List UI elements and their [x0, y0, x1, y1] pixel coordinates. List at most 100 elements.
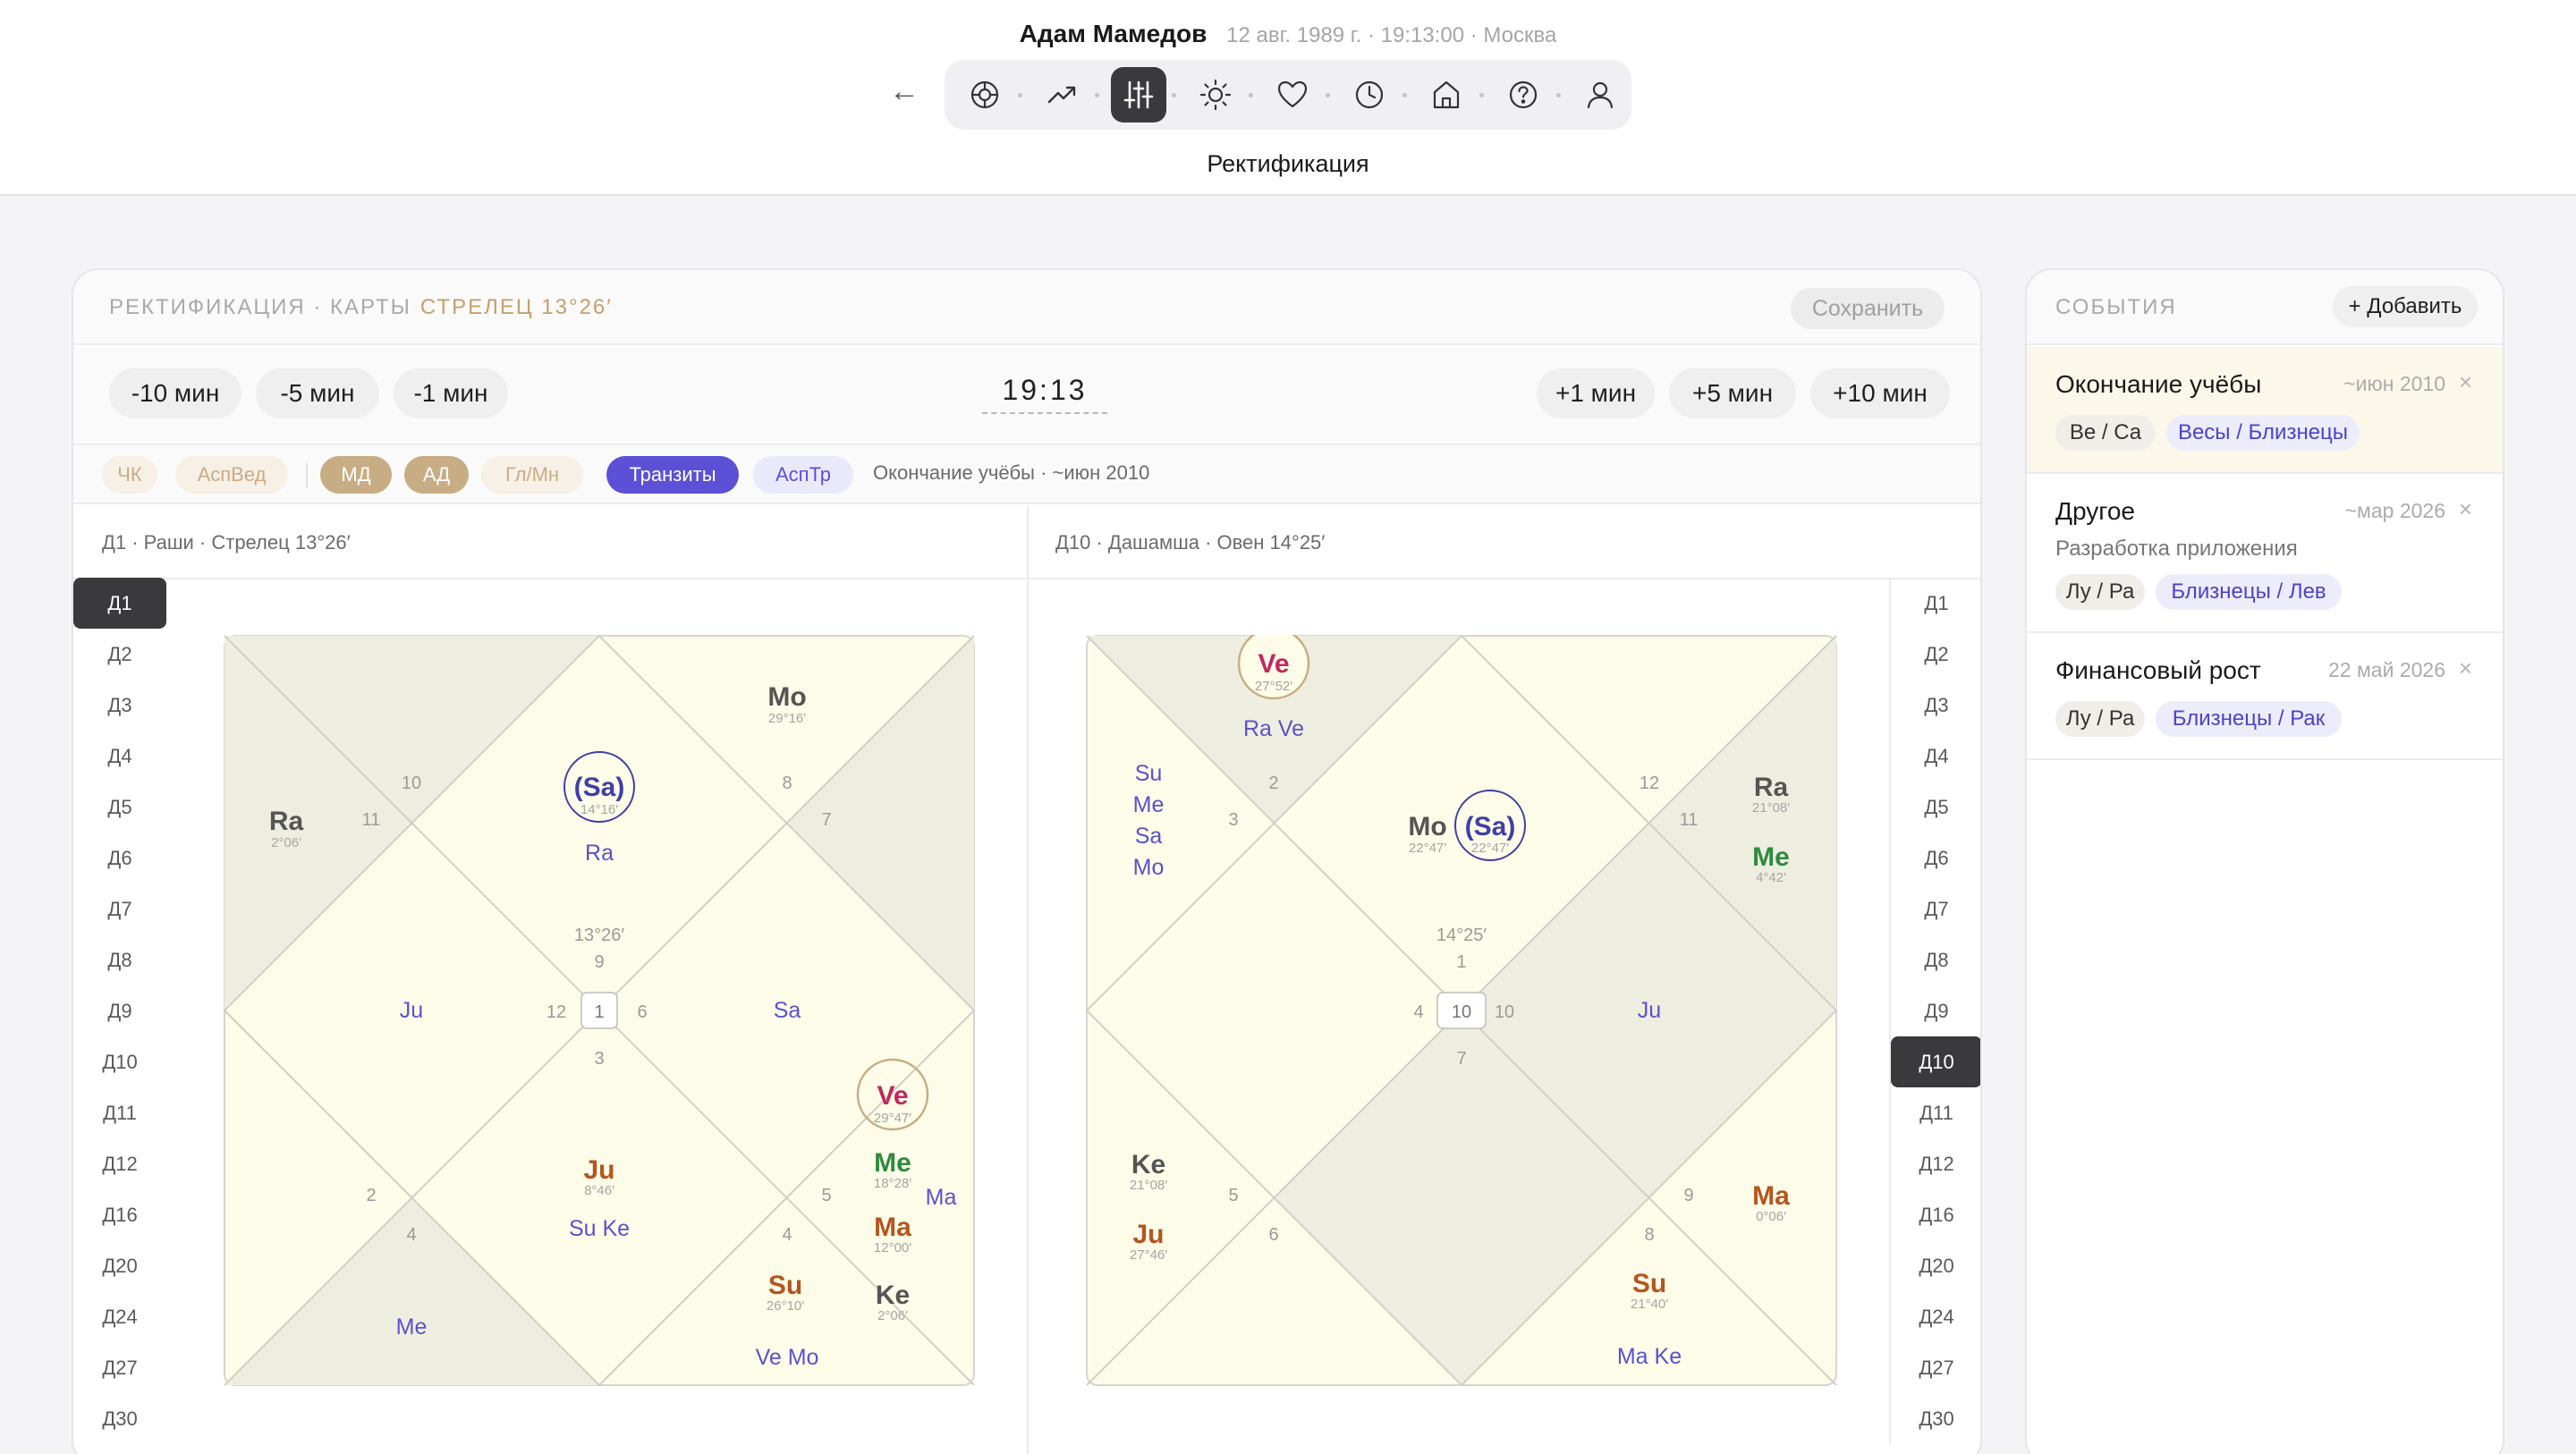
- varga-left-item[interactable]: Д27: [73, 1342, 166, 1393]
- plus-10-min-button[interactable]: +10 мин: [1810, 368, 1950, 418]
- nav-heart-button[interactable]: [1265, 67, 1320, 123]
- planet-me[interactable]: Me: [874, 1148, 911, 1178]
- close-icon[interactable]: ×: [2459, 495, 2472, 523]
- planet-ke[interactable]: Ke: [876, 1281, 910, 1310]
- event-sign-tag: Близнецы / Лев: [2156, 574, 2342, 610]
- planet-mo-degree: 22°47′: [1409, 841, 1446, 856]
- planet-ma[interactable]: Ma: [874, 1213, 911, 1242]
- chip-aspved[interactable]: АспВед: [175, 456, 288, 494]
- close-icon[interactable]: ×: [2459, 368, 2472, 396]
- varga-left-item[interactable]: Д12: [73, 1138, 166, 1189]
- nav-help-button[interactable]: [1496, 67, 1551, 123]
- transit-label: Mo: [1133, 855, 1165, 880]
- planet-ra[interactable]: Ra: [1754, 773, 1789, 802]
- varga-right-item[interactable]: Д2: [1891, 629, 1980, 680]
- nav-clock-button[interactable]: [1342, 67, 1397, 123]
- nav-rectification-button[interactable]: [1111, 67, 1166, 123]
- chip-ad[interactable]: АД: [404, 456, 469, 494]
- varga-left-item[interactable]: Д11: [73, 1087, 166, 1138]
- varga-right-item[interactable]: Д10: [1891, 1036, 1980, 1087]
- planet-ju[interactable]: Ju: [583, 1155, 614, 1185]
- varga-left-item[interactable]: Д10: [73, 1036, 166, 1087]
- nav-profile-button[interactable]: [1572, 67, 1628, 123]
- varga-left-item[interactable]: Д24: [73, 1291, 166, 1342]
- planet-sa-retro[interactable]: (Sa): [1465, 812, 1516, 841]
- house-number: 3: [594, 1049, 604, 1069]
- nav-wheel-button[interactable]: [957, 67, 1013, 123]
- varga-left-item[interactable]: Д9: [73, 985, 166, 1036]
- planet-mo[interactable]: Mo: [1408, 812, 1446, 841]
- events-panel: СОБЫТИЯ + Добавить Окончание учёбы ~июн …: [2025, 268, 2504, 1454]
- planet-ra[interactable]: Ra: [269, 807, 304, 836]
- north-indian-chart-d1: 1 13°26′ 9 10 8 11 7 12 6 3 2 4 5 4 Mo 2…: [224, 635, 975, 1386]
- sun-icon: [1199, 79, 1232, 111]
- varga-left-item[interactable]: Д4: [73, 731, 166, 782]
- varga-right-item[interactable]: Д1: [1891, 578, 1980, 629]
- chip-chk[interactable]: ЧК: [102, 456, 157, 494]
- varga-right-item[interactable]: Д4: [1891, 731, 1980, 782]
- plus-5-min-button[interactable]: +5 мин: [1669, 368, 1796, 418]
- chart-d10: 14°25′ 1 12 2 11 3 4 10 10 7 5 9 6 8 Ve …: [1086, 635, 1837, 1386]
- chip-asptr[interactable]: АспТр: [753, 456, 853, 494]
- varga-right-item[interactable]: Д20: [1891, 1240, 1980, 1291]
- events-title: СОБЫТИЯ: [2055, 295, 2177, 319]
- back-button[interactable]: ←: [884, 73, 925, 109]
- planet-ma-degree: 0°06′: [1756, 1209, 1786, 1224]
- chip-md[interactable]: МД: [320, 456, 392, 494]
- planet-su[interactable]: Su: [1632, 1269, 1666, 1298]
- varga-right-item[interactable]: Д27: [1891, 1342, 1980, 1393]
- varga-left-item[interactable]: Д5: [73, 782, 166, 833]
- varga-right-item[interactable]: Д12: [1891, 1138, 1980, 1189]
- planet-mo[interactable]: Mo: [767, 682, 806, 712]
- varga-right-item[interactable]: Д24: [1891, 1291, 1980, 1342]
- varga-right-item[interactable]: Д16: [1891, 1189, 1980, 1240]
- varga-right-item[interactable]: Д6: [1891, 833, 1980, 883]
- planet-ke[interactable]: Ke: [1131, 1150, 1165, 1179]
- varga-left-item[interactable]: Д3: [73, 680, 166, 731]
- event-card[interactable]: Окончание учёбы ~июн 2010 × Ве / Са Весы…: [2027, 347, 2503, 474]
- varga-left-item[interactable]: Д30: [73, 1393, 166, 1444]
- minus-1-min-button[interactable]: -1 мин: [394, 368, 508, 418]
- minus-10-min-button[interactable]: -10 мин: [109, 368, 242, 418]
- chip-transits[interactable]: Транзиты: [606, 456, 739, 494]
- varga-right-item[interactable]: Д3: [1891, 680, 1980, 731]
- varga-right-item[interactable]: Д30: [1891, 1393, 1980, 1444]
- planet-sa-retro[interactable]: (Sa): [574, 773, 625, 802]
- varga-right-item[interactable]: Д11: [1891, 1087, 1980, 1138]
- time-value[interactable]: 19:13: [982, 374, 1107, 414]
- varga-right-item[interactable]: Д9: [1891, 985, 1980, 1036]
- chip-gl-mn[interactable]: Гл/Мн: [481, 456, 583, 494]
- planet-ve-combust[interactable]: Ve: [877, 1081, 908, 1111]
- house-number: 6: [1268, 1225, 1278, 1245]
- planet-ke-degree: 2°06′: [877, 1308, 908, 1323]
- varga-right-item[interactable]: Д8: [1891, 934, 1980, 985]
- asc-degree: 13°26′: [574, 926, 624, 945]
- event-card[interactable]: Финансовый рост 22 май 2026 × Лу / Ра Бл…: [2027, 633, 2503, 760]
- events-header: СОБЫТИЯ + Добавить: [2027, 270, 2503, 345]
- varga-left-item[interactable]: Д7: [73, 883, 166, 934]
- plus-1-min-button[interactable]: +1 мин: [1537, 368, 1655, 418]
- varga-left-item[interactable]: Д8: [73, 934, 166, 985]
- planet-me[interactable]: Me: [1752, 842, 1790, 872]
- varga-left-item[interactable]: Д1: [73, 578, 166, 629]
- varga-left-item[interactable]: Д16: [73, 1189, 166, 1240]
- event-card[interactable]: Другое ~мар 2026 × Разработка приложения…: [2027, 474, 2503, 633]
- nav-sun-button[interactable]: [1188, 67, 1243, 123]
- varga-left-item[interactable]: Д2: [73, 629, 166, 680]
- varga-right-item[interactable]: Д7: [1891, 883, 1980, 934]
- planet-ju[interactable]: Ju: [1132, 1220, 1164, 1249]
- close-icon[interactable]: ×: [2459, 655, 2472, 682]
- planet-su[interactable]: Su: [768, 1271, 802, 1300]
- add-event-button[interactable]: + Добавить: [2333, 286, 2478, 327]
- nav-home-button[interactable]: [1419, 67, 1474, 123]
- planet-ve-combust[interactable]: Ve: [1258, 649, 1289, 679]
- house-number: 11: [362, 810, 381, 830]
- nav-trend-button[interactable]: [1034, 67, 1089, 123]
- varga-left-item[interactable]: Д6: [73, 833, 166, 883]
- save-button[interactable]: Сохранить: [1791, 288, 1945, 329]
- planet-su-degree: 21°40′: [1631, 1297, 1668, 1312]
- varga-right-item[interactable]: Д5: [1891, 782, 1980, 833]
- planet-ma[interactable]: Ma: [1752, 1181, 1790, 1211]
- varga-left-item[interactable]: Д20: [73, 1240, 166, 1291]
- minus-5-min-button[interactable]: -5 мин: [256, 368, 379, 418]
